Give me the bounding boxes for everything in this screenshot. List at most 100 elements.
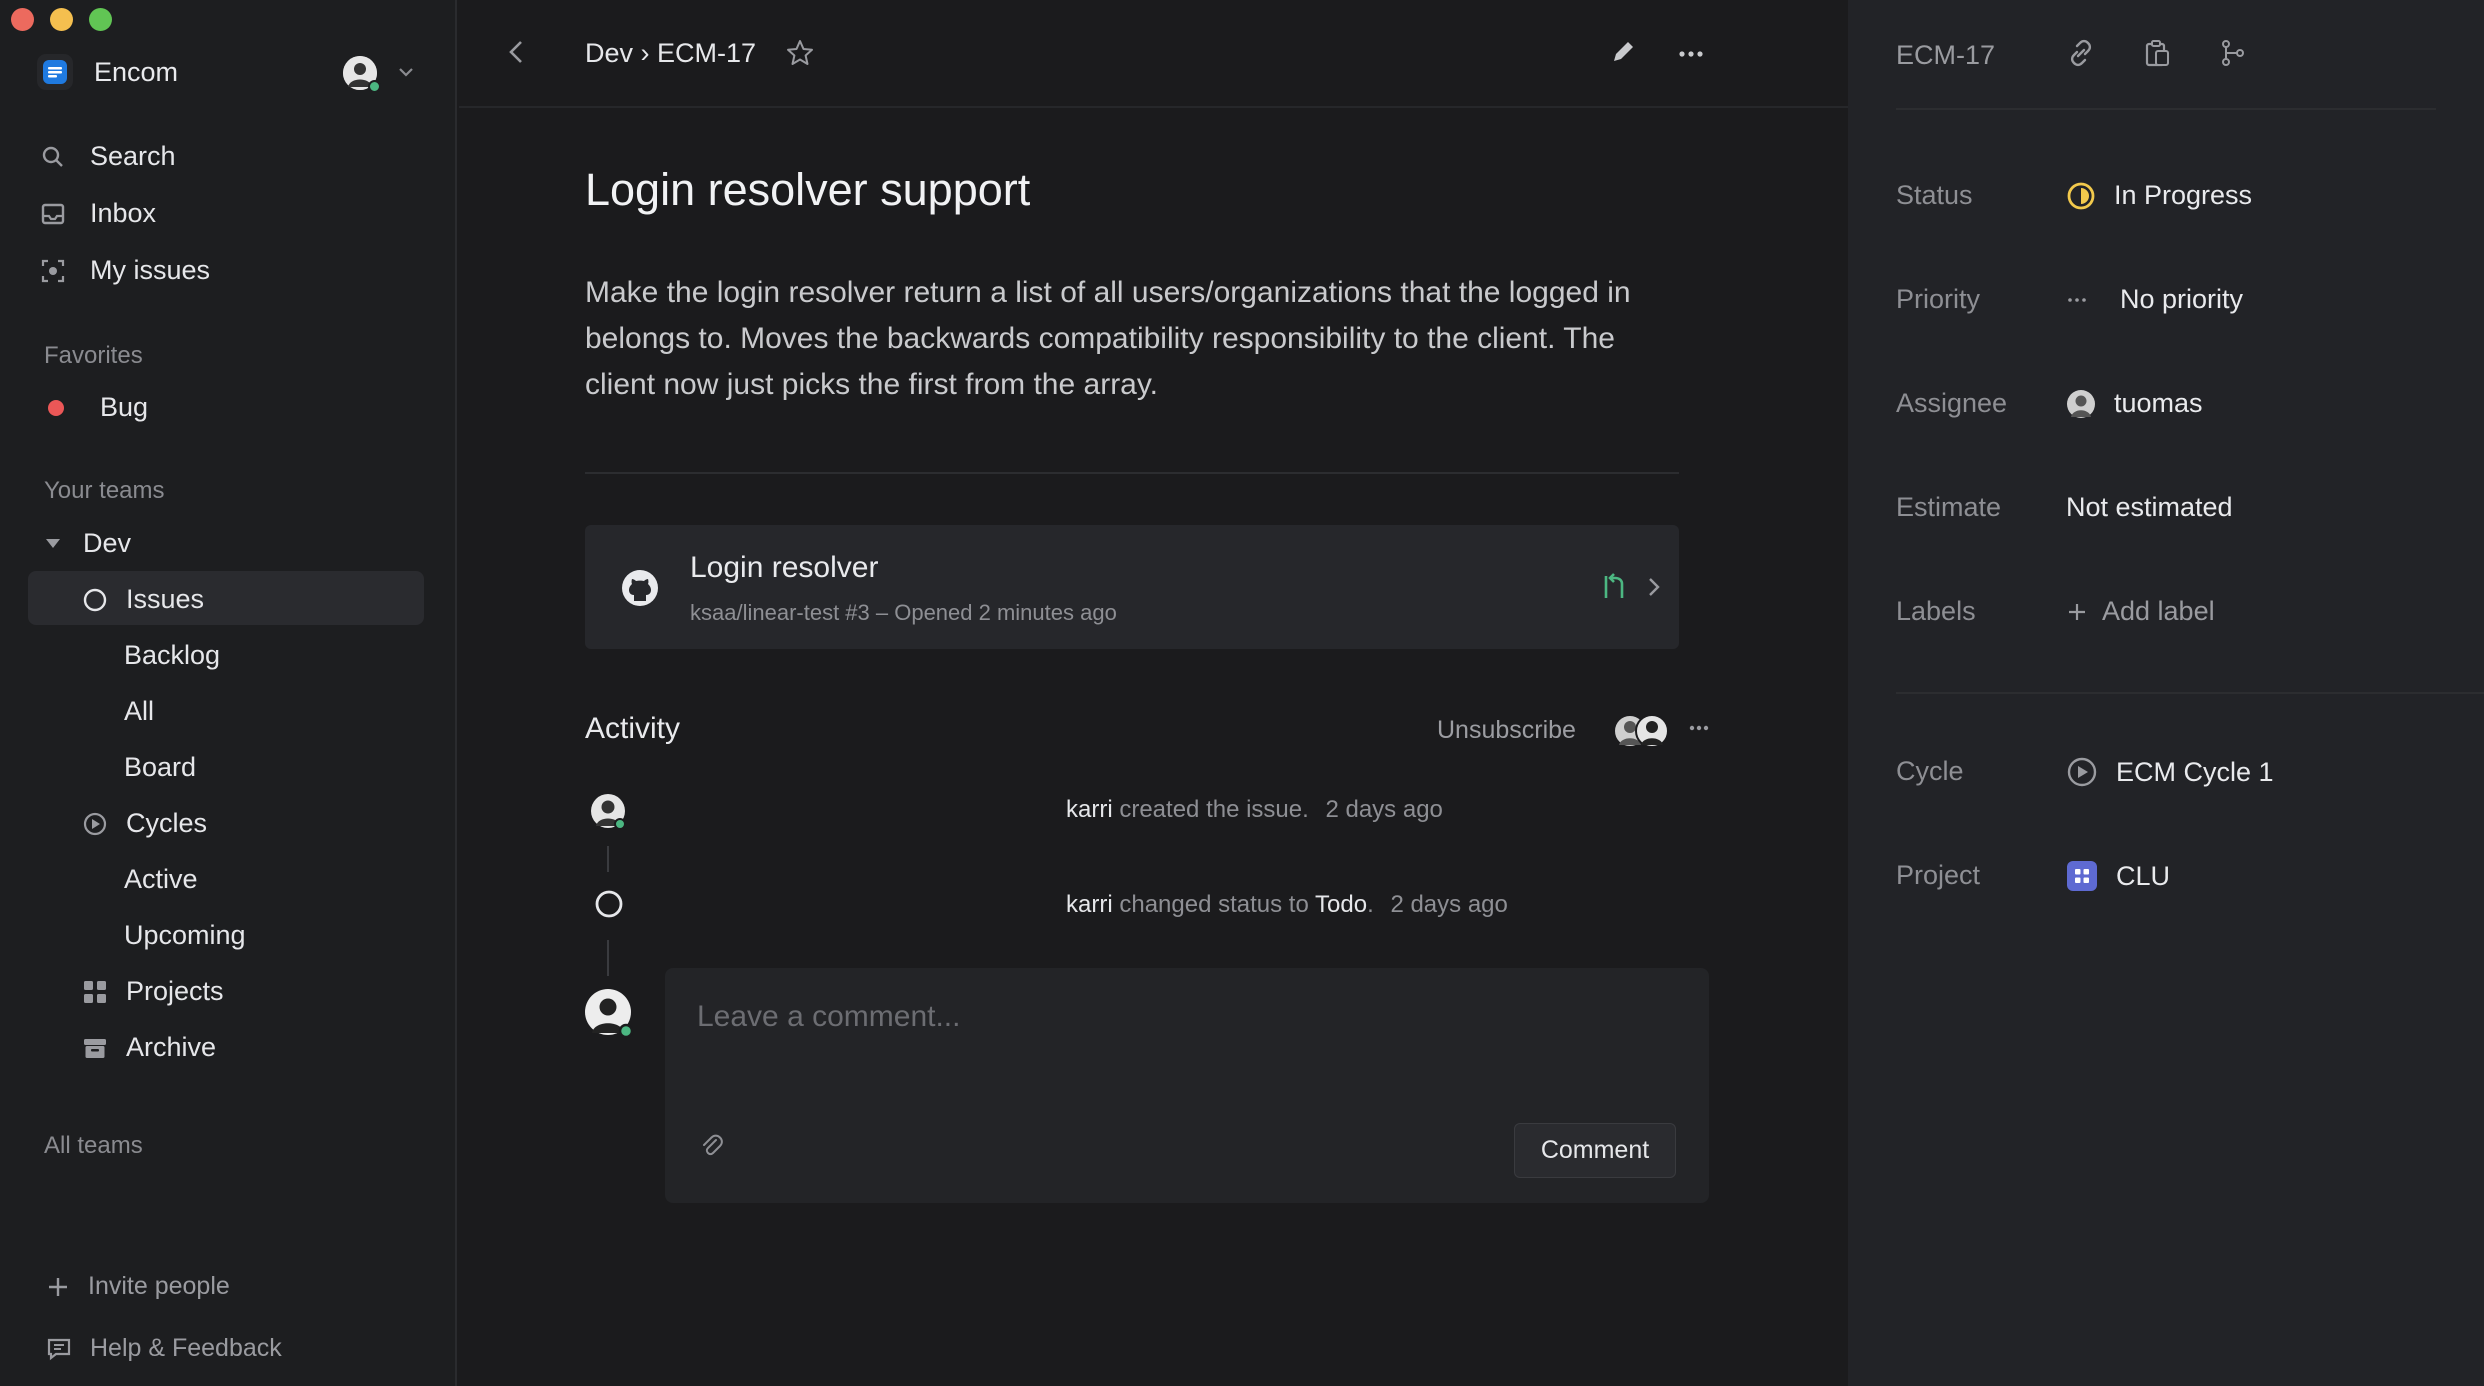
sidebar-item-label: Search [90,141,176,171]
no-priority-icon [2068,297,2086,302]
copy-branch-button[interactable] [2218,38,2248,68]
inbox-icon [41,203,65,224]
comment-submit-button[interactable]: Comment [1514,1123,1676,1178]
cycle-icon [2067,757,2097,787]
sidebar-item-label: Backlog [124,640,221,670]
activity-user[interactable]: karri [1066,796,1113,823]
issue-title[interactable]: Login resolver support [585,164,1030,216]
priority-value[interactable]: No priority [2066,284,2243,315]
estimate-value[interactable]: Not estimated [2066,492,2233,523]
my-issues-icon [41,259,65,282]
sidebar-item-backlog[interactable]: Backlog [124,640,220,671]
activity-more-button[interactable] [1687,716,1711,740]
unsubscribe-button[interactable]: Unsubscribe [1437,716,1576,745]
project-text: CLU [2116,860,2171,891]
user-avatar[interactable] [343,56,381,93]
archive-icon [84,1038,106,1058]
star-icon [787,40,813,65]
your-teams-heading: Your teams [44,477,165,504]
maximize-window-button[interactable] [89,8,112,31]
copy-id-button[interactable] [2142,38,2172,68]
add-label-text: Add label [2102,596,2215,626]
sidebar-item-label: Inbox [90,198,157,228]
clipboard-icon [2145,40,2169,67]
back-button[interactable] [503,38,531,66]
project-value[interactable]: CLU [2066,860,2170,892]
sidebar-item-inbox[interactable]: Inbox [40,198,156,229]
sidebar-item-projects[interactable]: Projects [82,976,224,1007]
team-dev[interactable]: Dev [44,528,131,559]
comment-input[interactable] [697,994,1597,1040]
sidebar-item-label: My issues [90,255,211,285]
help-feedback-button[interactable]: Help & Feedback [46,1334,282,1363]
pr-title: Login resolver [690,551,879,584]
sidebar-item-search[interactable]: Search [40,141,176,172]
sidebar-item-label: All [124,696,155,726]
search-icon [42,146,63,167]
plus-icon [2069,603,2085,620]
sidebar-item-all[interactable]: All [124,696,154,727]
pencil-icon [1614,42,1633,61]
timeline-connector [607,846,609,872]
minimize-window-button[interactable] [50,8,73,31]
favorite-item-bug[interactable]: Bug [48,392,148,423]
caret-down-icon [46,538,60,548]
chevron-right-icon[interactable] [1643,575,1665,599]
add-label-button[interactable]: Add label [2066,596,2215,627]
breadcrumb[interactable]: Dev › ECM-17 [585,38,756,69]
online-status-dot [368,80,381,93]
activity-event-status-change: karri changed status to Todo. 2 days ago [1066,891,1508,919]
workspace-logo-icon [37,54,73,90]
window-controls [11,8,112,31]
git-branch-icon [2222,40,2244,66]
sidebar-item-archive[interactable]: Archive [82,1032,216,1063]
attachment-paperclip-icon[interactable] [699,1134,725,1160]
sidebar-item-upcoming[interactable]: Upcoming [124,920,246,951]
sidebar-item-active[interactable]: Active [124,864,198,895]
activity-status-target: Todo [1315,891,1368,918]
cycle-value[interactable]: ECM Cycle 1 [2066,756,2274,788]
issue-details-panel: ECM-17 Status In Progress Priority No pr… [1848,0,2484,1386]
invite-people-button[interactable]: Invite people [46,1272,230,1301]
content-divider [585,472,1679,474]
project-icon [2067,861,2097,891]
issue-description[interactable]: Make the login resolver return a list of… [585,270,1685,408]
sidebar-item-my-issues[interactable]: My issues [40,255,210,286]
workspace-switcher[interactable]: Encom [37,54,178,90]
priority-label: Priority [1896,284,1981,314]
status-value[interactable]: In Progress [2066,180,2252,211]
activity-user[interactable]: karri [1066,891,1113,918]
subscribers-avatars[interactable] [1613,714,1673,750]
in-progress-icon [2067,182,2095,209]
copy-link-button[interactable] [2066,38,2096,68]
labels-label: Labels [1896,596,1976,626]
assignee-value[interactable]: tuomas [2066,388,2203,419]
pull-request-card[interactable]: Login resolver ksaa/linear-test #3 – Ope… [585,525,1679,649]
sidebar-item-label: Upcoming [124,920,246,950]
sidebar-item-cycles[interactable]: Cycles [82,808,207,839]
close-window-button[interactable] [11,8,34,31]
favorite-star-button[interactable] [785,38,815,68]
estimate-label: Estimate [1896,492,2002,522]
sidebar-item-issues[interactable]: Issues [82,584,204,615]
chevron-down-icon[interactable] [396,62,416,87]
favorites-heading: Favorites [44,342,143,369]
activity-text: created the issue. [1119,796,1309,823]
assignee-text: tuomas [2114,388,2203,418]
feedback-icon [47,1338,71,1360]
panel-divider [1896,692,2484,694]
estimate-text: Not estimated [2066,492,2233,522]
sidebar: Encom Search Inbox My issues Favorites B… [0,0,457,1386]
edit-button[interactable] [1609,38,1637,66]
plus-icon [49,1277,67,1296]
more-options-button[interactable] [1677,40,1705,68]
invite-people-label: Invite people [88,1272,230,1300]
priority-text: No priority [2120,284,2244,314]
workspace-name: Encom [94,56,179,87]
sidebar-item-board[interactable]: Board [124,752,196,783]
link-icon [2070,39,2092,67]
timeline-connector [607,940,609,976]
all-teams-link[interactable]: All teams [44,1132,143,1160]
activity-suffix: . [1367,891,1374,918]
karri-avatar [591,794,626,829]
